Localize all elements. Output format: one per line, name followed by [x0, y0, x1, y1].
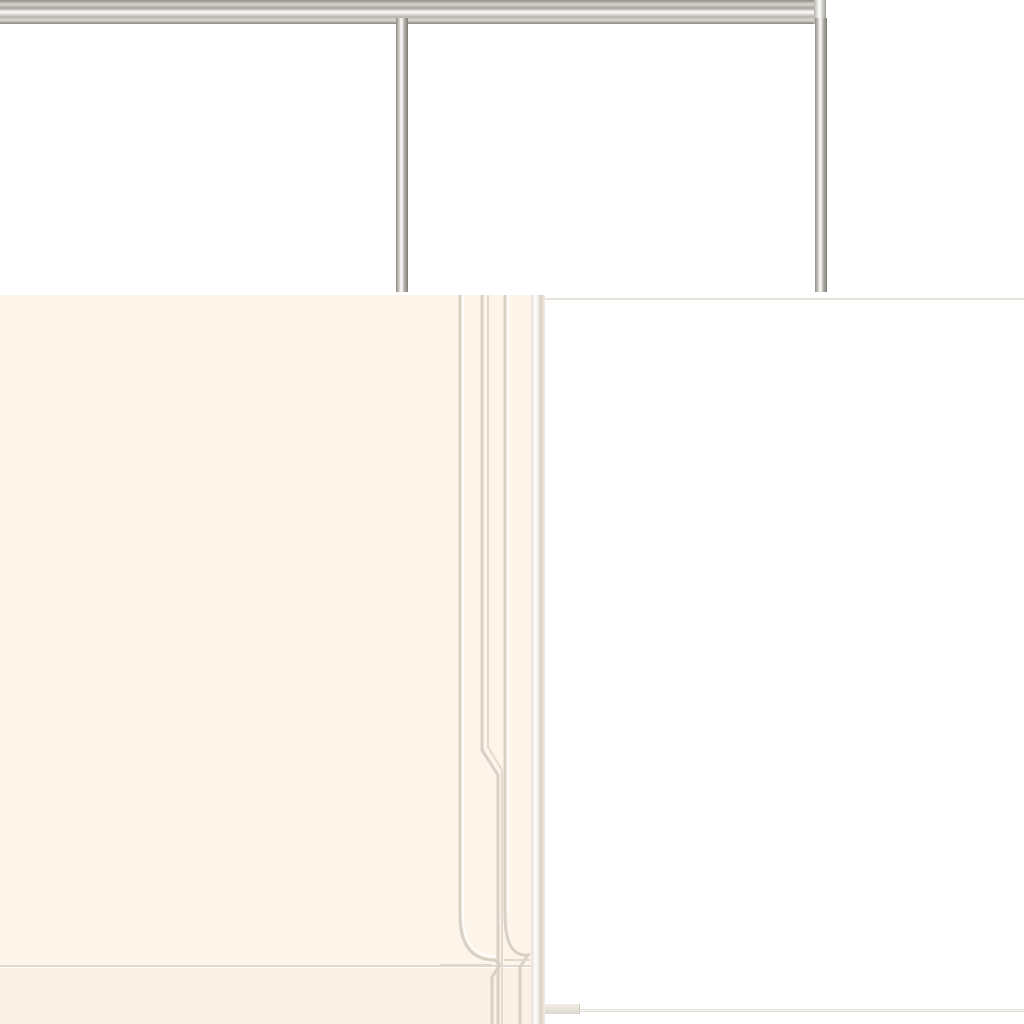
cream-panel-edge-trim	[531, 295, 545, 1024]
groove-junction	[440, 959, 530, 966]
frame-right-post	[815, 18, 827, 292]
groove-outer	[458, 295, 502, 1024]
groove-inner-2	[487, 295, 503, 1024]
bottom-rail	[545, 1009, 1024, 1012]
frame-center-mullion	[396, 18, 408, 292]
texture-canvas	[0, 0, 1024, 1024]
white-panel	[545, 298, 1024, 1014]
below-rail-strip	[545, 1014, 1024, 1024]
groove-outer-highlight	[462, 295, 496, 957]
window-pane-right	[408, 24, 815, 292]
frame-top-bar	[0, 0, 826, 24]
window-pane-left	[0, 24, 396, 292]
groove-inner-1	[480, 295, 500, 1024]
